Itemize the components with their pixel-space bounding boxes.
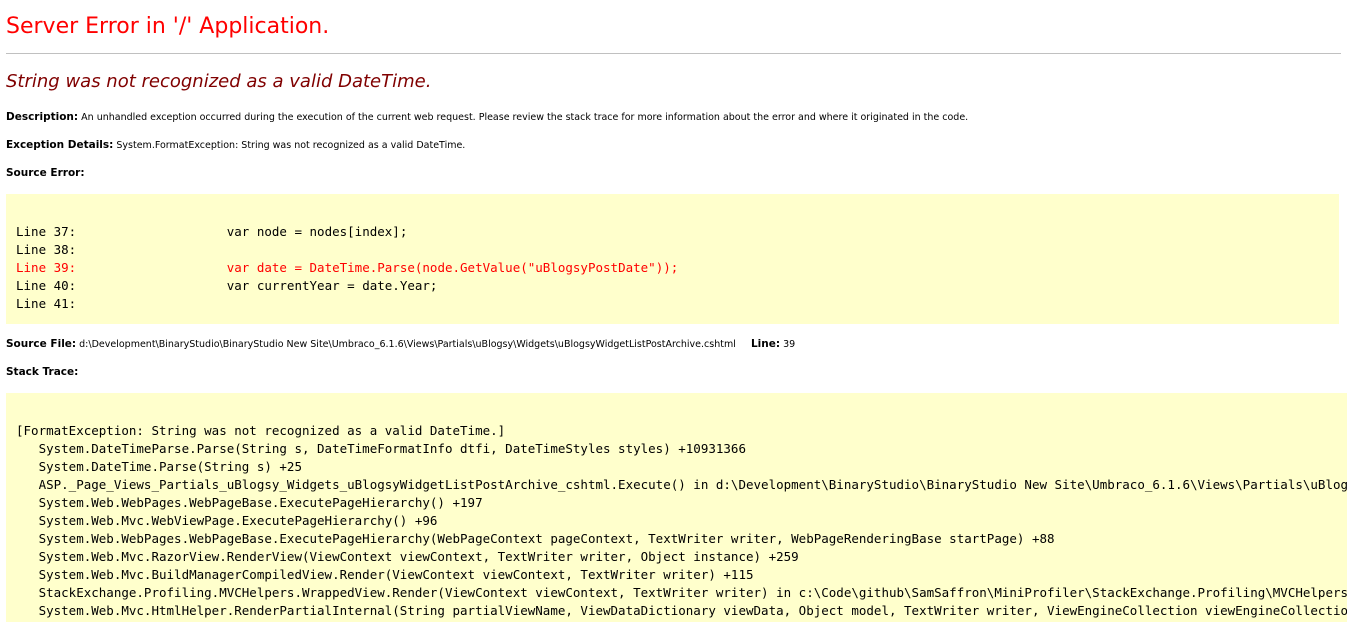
stack-trace-line: StackExchange.Profiling.MVCHelpers.Wrapp… — [38, 585, 1347, 600]
source-line: Line 40: var currentYear = date.Year; — [16, 277, 678, 295]
error-message: String was not recognized as a valid Dat… — [6, 71, 432, 92]
exception-details: Exception Details: System.FormatExceptio… — [6, 139, 465, 151]
description-label: Description: — [6, 111, 79, 123]
source-line-label: Line: — [750, 338, 781, 350]
source-line-highlighted: Line 39: var date = DateTime.Parse(node.… — [16, 259, 678, 277]
stack-trace-box: [FormatException: String was not recogni… — [6, 393, 1347, 622]
source-file-path: d:\Development\BinaryStudio\BinaryStudio… — [79, 339, 736, 350]
stack-trace-line: System.DateTimeParse.Parse(String s, Dat… — [16, 441, 746, 456]
source-line: Line 37: var node = nodes[index]; — [16, 223, 678, 241]
source-line: Line 38: — [16, 241, 678, 259]
source-line-code: var currentYear = date.Year; — [76, 278, 438, 293]
description: Description: An unhandled exception occu… — [6, 111, 968, 123]
exception-details-label: Exception Details: — [6, 139, 114, 151]
description-text: An unhandled exception occurred during t… — [81, 112, 969, 123]
source-line: Line 41: — [16, 295, 678, 313]
source-line-number-label: Line 39: — [16, 260, 77, 275]
source-error-box: Line 37: var node = nodes[index]; Line 38… — [6, 194, 1339, 324]
source-code: Line 37: var node = nodes[index]; Line 38… — [16, 223, 678, 313]
source-line-number-label: Line 38: — [16, 242, 77, 257]
source-line-number: 39 — [783, 339, 796, 350]
source-file-label: Source File: — [6, 338, 77, 350]
stack-trace-code: [FormatException: String was not recogni… — [16, 422, 1347, 620]
stack-trace-line: System.Web.WebPages.WebPageBase.ExecuteP… — [16, 495, 483, 510]
page-title: Server Error in '/' Application. — [6, 14, 330, 39]
stack-trace-heading: Stack Trace: — [6, 366, 79, 378]
stack-trace-line: System.Web.Mvc.WebViewPage.ExecutePageHi… — [16, 513, 438, 528]
stack-trace-line: System.Web.Mvc.RazorView.RenderView(View… — [16, 549, 799, 564]
stack-trace-line: System.Web.Mvc.HtmlHelper.RenderPartialI… — [16, 603, 1347, 618]
source-line-code: var node = nodes[index]; — [76, 224, 408, 239]
title-divider — [6, 53, 1341, 54]
stack-trace-line: System.Web.WebPages.WebPageBase.ExecuteP… — [16, 531, 1055, 546]
source-line-code: var date = DateTime.Parse(node.GetValue(… — [76, 260, 679, 275]
source-line-number-label: Line 37: — [16, 224, 77, 239]
stack-trace-line: ASP._Page_Views_Partials_uBlogsy_Widgets… — [38, 477, 1347, 492]
source-error-heading: Source Error: — [6, 167, 85, 179]
source-line-number-label: Line 41: — [16, 296, 77, 311]
stack-trace-line: [FormatException: String was not recogni… — [16, 423, 506, 438]
source-file: Source File: d:\Development\BinaryStudio… — [6, 338, 795, 350]
stack-trace-line: System.Web.Mvc.BuildManagerCompiledView.… — [16, 567, 754, 582]
stack-trace-line: System.DateTime.Parse(String s) +25 — [16, 459, 302, 474]
error-page: Server Error in '/' Application. String … — [0, 0, 1347, 622]
exception-details-text: System.FormatException: String was not r… — [116, 140, 466, 151]
source-line-number-label: Line 40: — [16, 278, 77, 293]
